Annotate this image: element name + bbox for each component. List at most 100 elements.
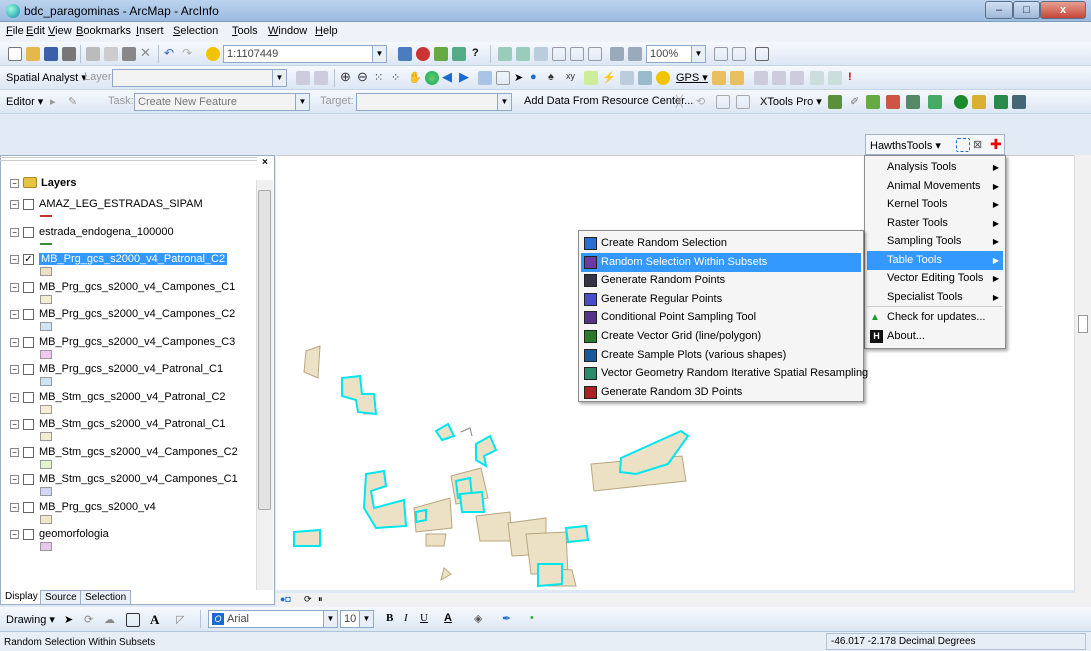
toc-layer-row[interactable]: − ✓ MB_Prg_gcs_s2000_v4_Patronal_C2 <box>10 253 228 265</box>
toc-layer-row[interactable]: − MB_Stm_gcs_s2000_v4_Patronal_C1 <box>10 418 226 430</box>
select-elements-icon[interactable]: ➤ <box>514 71 528 85</box>
xtools-info-icon[interactable] <box>954 95 968 109</box>
full-extent-icon[interactable] <box>425 71 439 85</box>
toc-grip[interactable] <box>0 157 257 161</box>
marker-color-icon[interactable]: • <box>530 612 544 626</box>
expand-collapse-icon[interactable]: − <box>10 199 19 209</box>
fixed-zoom-out-icon[interactable]: ⁘ <box>391 71 405 85</box>
zoom-in-icon[interactable]: ⊕ <box>340 70 354 85</box>
toc-layer-row[interactable]: − MB_Prg_gcs_s2000_v4 <box>10 501 156 513</box>
spatial-analyst-menu[interactable]: Spatial Analyst ▾ <box>6 71 87 84</box>
layer-visibility-checkbox[interactable] <box>23 501 34 513</box>
expand-collapse-icon[interactable]: − <box>10 502 19 512</box>
refresh-icon[interactable]: ⟳ <box>304 594 318 608</box>
table-tools-menu-item[interactable]: Generate Random Points <box>581 271 861 290</box>
gps-menu[interactable]: GPS ▾ <box>676 71 708 84</box>
hawths-menu-item[interactable]: Analysis Tools ▶ <box>867 158 1003 177</box>
layer-combo[interactable]: ▼ <box>112 69 287 87</box>
command-line-icon[interactable] <box>452 47 466 61</box>
hawths-menu-item[interactable]: Vector Editing Tools ▶ <box>867 269 1003 288</box>
toc-layer-row[interactable]: − MB_Stm_gcs_s2000_v4_Patronal_C2 <box>10 391 226 403</box>
layer-visibility-checkbox[interactable] <box>23 336 34 348</box>
underline-icon[interactable]: U <box>420 612 434 626</box>
gps-tool-3-icon[interactable] <box>754 71 768 85</box>
menu-selection[interactable]: Selection <box>173 25 218 37</box>
layout-zoom-out-icon[interactable] <box>516 47 530 61</box>
hawths-menu-item[interactable]: Animal Movements ▶ <box>867 177 1003 196</box>
add-data-2-icon[interactable] <box>656 71 670 85</box>
layer-visibility-checkbox[interactable] <box>23 528 34 540</box>
focus-frame-icon[interactable] <box>732 47 746 61</box>
zoom-to-selected-icon[interactable]: ☁ <box>104 613 118 627</box>
map-vertical-scrollbar[interactable] <box>1074 155 1091 605</box>
font-combo[interactable]: O Arial ▼ <box>208 610 338 628</box>
fill-color-icon[interactable]: ◈ <box>474 612 488 626</box>
menu-edit[interactable]: Edit <box>26 25 45 37</box>
expand-collapse-icon[interactable]: − <box>10 419 19 429</box>
toc-scroll-thumb[interactable] <box>258 190 271 510</box>
xtools-pencil-icon[interactable]: ✐ <box>850 95 864 109</box>
save-icon[interactable] <box>44 47 58 61</box>
italic-icon[interactable]: I <box>404 612 418 626</box>
back-extent-icon[interactable]: ◀ <box>442 70 456 85</box>
zoom-out-icon[interactable]: ⊖ <box>357 70 371 85</box>
toc-layer-row[interactable]: − MB_Prg_gcs_s2000_v4_Patronal_C1 <box>10 363 223 375</box>
toc-layer-row[interactable]: − MB_Stm_gcs_s2000_v4_Campones_C2 <box>10 446 238 458</box>
hawths-menu-item[interactable]: ▲ Check for updates... <box>867 308 1003 327</box>
map-scroll-thumb[interactable] <box>1078 315 1088 333</box>
table-tools-menu-item[interactable]: Generate Regular Points <box>581 290 861 309</box>
gps-tool-6-icon[interactable] <box>810 71 824 85</box>
expand-collapse-icon[interactable]: − <box>10 447 19 457</box>
undo-icon[interactable]: ↶ <box>164 47 178 61</box>
identify-icon[interactable]: ● <box>530 71 544 85</box>
table-tools-menu-item[interactable]: Create Random Selection <box>581 234 861 253</box>
gps-tool-4-icon[interactable] <box>772 71 786 85</box>
hawths-menu-item[interactable]: Sampling Tools ▶ <box>867 232 1003 251</box>
pan-hand-icon[interactable]: ✋ <box>408 71 422 85</box>
menu-file[interactable]: File <box>6 25 24 37</box>
xtools-grid-icon[interactable] <box>906 95 920 109</box>
toc-layer-row[interactable]: − MB_Prg_gcs_s2000_v4_Campones_C2 <box>10 308 235 320</box>
target-combo[interactable]: ▼ <box>356 93 512 111</box>
table-tools-menu-item[interactable]: Create Vector Grid (line/polygon) <box>581 327 861 346</box>
toc-close-icon[interactable]: × <box>262 157 268 168</box>
minimize-button[interactable]: – <box>985 1 1013 19</box>
new-document-icon[interactable] <box>8 47 22 61</box>
print-icon[interactable] <box>62 47 76 61</box>
xtools-pro-menu[interactable]: XTools Pro ▾ <box>760 95 822 108</box>
layout-zoom-combo[interactable]: 100% ▼ <box>646 45 706 63</box>
menu-help[interactable]: Help <box>315 25 338 37</box>
xtools-table-icon[interactable] <box>828 95 842 109</box>
layer-visibility-checkbox[interactable] <box>23 391 34 403</box>
copy-icon[interactable] <box>104 47 118 61</box>
sketch-properties-icon[interactable] <box>736 95 750 109</box>
editor-toolbar-icon[interactable] <box>398 47 412 61</box>
menu-tools[interactable]: Tools <box>232 25 258 37</box>
maximize-button[interactable]: □ <box>1013 1 1040 19</box>
expand-collapse-icon[interactable]: − <box>10 337 19 347</box>
redo-icon[interactable]: ↷ <box>182 47 196 61</box>
table-tools-menu-item[interactable]: Random Selection Within Subsets <box>581 253 861 272</box>
previous-extent-icon[interactable] <box>610 47 624 61</box>
expand-collapse-icon[interactable]: − <box>10 254 19 264</box>
rotate-tool-icon[interactable]: ⟲ <box>696 95 710 109</box>
xtools-merge-icon[interactable] <box>886 95 900 109</box>
toc-root-layers[interactable]: − Layers <box>10 175 76 189</box>
whats-this-icon[interactable]: ? <box>472 47 486 61</box>
expand-collapse-icon[interactable]: − <box>10 474 19 484</box>
menu-insert[interactable]: Insert <box>136 25 164 37</box>
toc-layer-row[interactable]: − AMAZ_LEG_ESTRADAS_SIPAM <box>10 198 203 210</box>
toc-layer-row[interactable]: − MB_Prg_gcs_s2000_v4_Campones_C3 <box>10 336 235 348</box>
layer-visibility-checkbox[interactable] <box>23 281 34 293</box>
toc-layer-row[interactable]: − geomorfologia <box>10 528 109 540</box>
cut-icon[interactable] <box>86 47 100 61</box>
edit-tool-icon[interactable]: ▸ <box>50 95 64 109</box>
map-horizontal-scrollbar[interactable]: ●◘ ⟳ ⏸ <box>276 593 1091 607</box>
clear-selection-icon[interactable] <box>496 71 510 85</box>
line-color-icon[interactable]: ✒ <box>502 612 516 626</box>
arctoolbox-icon[interactable] <box>416 47 430 61</box>
map-scale-combo[interactable]: 1:1107449 ▼ <box>223 45 387 63</box>
hawths-menu-item[interactable]: Kernel Tools ▶ <box>867 195 1003 214</box>
select-elements-tool-icon[interactable]: ➤ <box>64 613 78 627</box>
xtools-layer-icon[interactable] <box>928 95 942 109</box>
